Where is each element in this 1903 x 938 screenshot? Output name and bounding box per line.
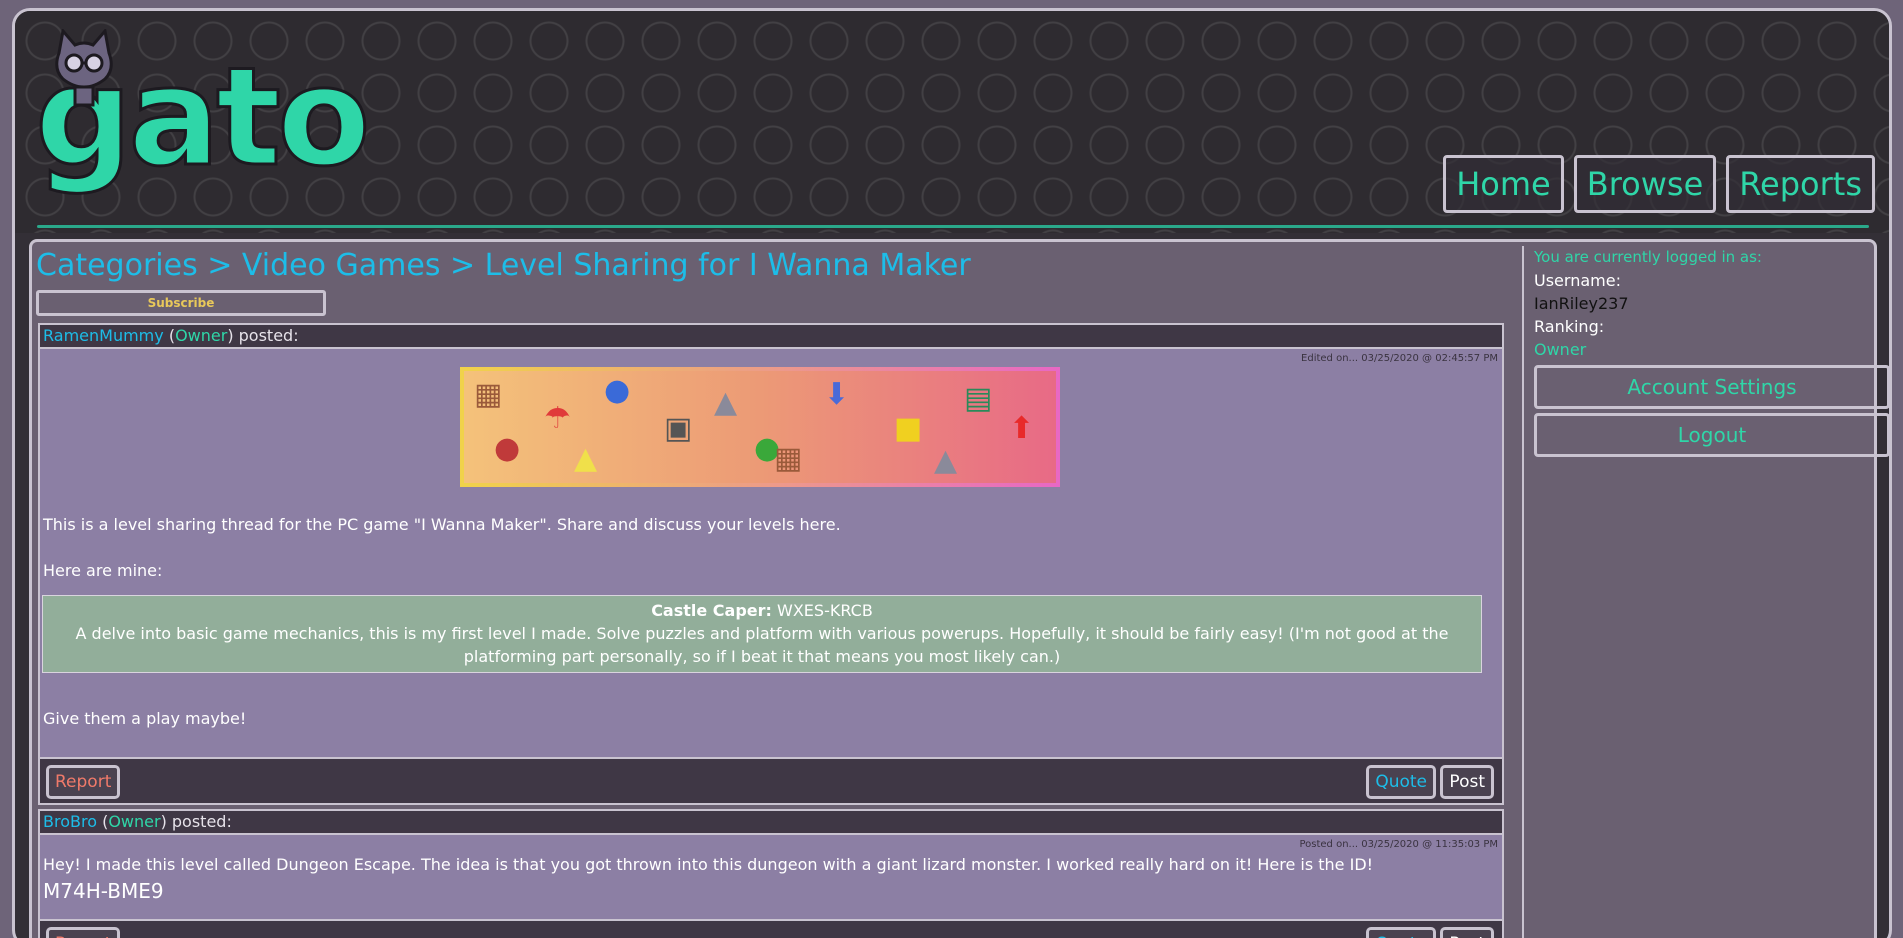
post-footer: Report Quote Post (40, 757, 1502, 803)
username-value: IanRiley237 (1534, 294, 1629, 313)
quote-button[interactable]: Quote (1366, 765, 1436, 799)
post-timestamp: Edited on... 03/25/2020 @ 02:45:57 PM (1301, 353, 1498, 364)
post: BroBro (Owner) posted: Posted on... 03/2… (38, 809, 1504, 938)
post-reply-button[interactable]: Post (1440, 765, 1494, 799)
report-button[interactable]: Report (46, 765, 121, 799)
post-intro-text: This is a level sharing thread for the P… (43, 515, 841, 534)
nav-reports-button[interactable]: Reports (1726, 155, 1875, 213)
quote-button[interactable]: Quote (1366, 927, 1436, 938)
breadcrumb[interactable]: Categories > Video Games > Level Sharing… (36, 246, 1504, 286)
post-header: BroBro (Owner) posted: (40, 811, 1502, 835)
post-body-text: Hey! I made this level called Dungeon Es… (43, 855, 1374, 874)
post-author-rank: Owner (175, 326, 228, 345)
content-area: Categories > Video Games > Level Sharing… (29, 239, 1889, 938)
level-description: A delve into basic game mechanics, this … (75, 624, 1449, 666)
post-timestamp: Posted on... 03/25/2020 @ 11:35:03 PM (1299, 839, 1498, 850)
nav-browse-button[interactable]: Browse (1573, 155, 1717, 213)
paren-open: ( (96, 812, 109, 831)
level-name: Castle Caper: (651, 601, 772, 620)
level-id-code: M74H-BME9 (43, 879, 164, 903)
posted-label: ) posted: (227, 326, 299, 345)
paren-open: ( (163, 326, 176, 345)
post-header: RamenMummy (Owner) posted: (40, 325, 1502, 349)
cat-mascot-icon (55, 29, 113, 107)
report-button[interactable]: Report (46, 927, 121, 938)
post: RamenMummy (Owner) posted: Edited on... … (38, 323, 1504, 805)
post-reply-button[interactable]: Post (1440, 927, 1494, 938)
post-mine-text: Here are mine: (43, 561, 163, 580)
ranking-label: Ranking: (1534, 317, 1605, 336)
post-body: Edited on... 03/25/2020 @ 02:45:57 PM ▦ … (40, 349, 1502, 757)
post-author-rank: Owner (108, 812, 161, 831)
site-header: gato Home Browse Reports (15, 11, 1889, 233)
post-closing-text: Give them a play maybe! (43, 709, 247, 728)
posted-label: ) posted: (160, 812, 232, 831)
level-code: WXES-KRCB (771, 601, 873, 620)
ranking-value: Owner (1534, 340, 1587, 359)
post-author-link[interactable]: RamenMummy (43, 326, 164, 345)
logout-button[interactable]: Logout (1534, 413, 1889, 457)
header-divider (37, 225, 1869, 228)
nav-home-button[interactable]: Home (1443, 155, 1564, 213)
username-label: Username: (1534, 271, 1621, 290)
post-body: Posted on... 03/25/2020 @ 11:35:03 PM He… (40, 835, 1502, 919)
main-nav: Home Browse Reports (1443, 155, 1875, 213)
thread-main: Categories > Video Games > Level Sharing… (36, 246, 1504, 938)
subscribe-button[interactable]: Subscribe (36, 290, 326, 316)
page-frame: gato Home Browse Reports Categories > Vi… (12, 8, 1892, 938)
user-sidebar: You are currently logged in as: Username… (1522, 246, 1889, 938)
post-footer: Report Quote Post (40, 919, 1502, 938)
post-author-link[interactable]: BroBro (43, 812, 97, 831)
account-settings-button[interactable]: Account Settings (1534, 365, 1889, 409)
i-wanna-maker-banner-image: ▦ ☂ ● ▣ ▲ ● ⬇ ■ ▤ ⬆ ● ▲ ▦ ▲ (460, 367, 1060, 487)
site-logo[interactable]: gato (34, 19, 372, 224)
level-info-box: Castle Caper: WXES-KRCB A delve into bas… (42, 595, 1482, 673)
logged-in-label: You are currently logged in as: (1534, 248, 1762, 266)
